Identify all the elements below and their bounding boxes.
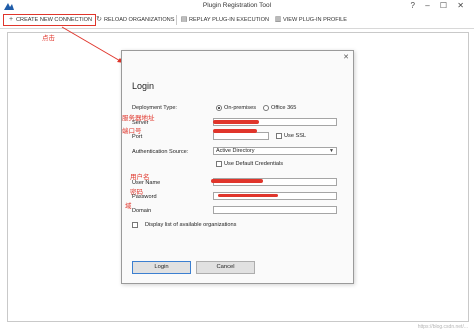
office365-radio[interactable] <box>263 105 269 111</box>
default-credentials-checkbox[interactable] <box>216 161 222 167</box>
port-label: Port <box>132 134 143 140</box>
close-icon[interactable]: ✕ <box>343 53 349 61</box>
chevron-down-icon: ▼ <box>329 148 334 154</box>
username-redaction <box>211 179 263 183</box>
password-redaction <box>218 194 278 197</box>
password-label: Password <box>132 194 157 200</box>
cancel-button[interactable]: Cancel <box>196 261 255 274</box>
server-redaction <box>213 120 259 124</box>
deployment-type-label: Deployment Type: <box>132 105 177 111</box>
click-annotation: 点击 <box>42 35 55 42</box>
login-button[interactable]: Login <box>132 261 191 274</box>
port-input[interactable] <box>213 132 269 140</box>
watermark: https://blog.csdn.net/... <box>417 324 468 330</box>
auth-source-label: Authentication Source: <box>132 149 189 155</box>
default-credentials-label: Use Default Credentials <box>224 161 284 167</box>
domain-input[interactable] <box>213 206 337 214</box>
office365-label: Office 365 <box>271 105 297 111</box>
display-orgs-label: Display list of available organizations <box>145 222 237 228</box>
use-ssl-label: Use SSL <box>284 133 307 139</box>
auth-source-value: Active Directory <box>216 148 255 154</box>
use-ssl-checkbox[interactable] <box>276 133 282 139</box>
dialog-title: Login <box>132 81 155 91</box>
display-orgs-checkbox[interactable] <box>132 222 138 228</box>
on-premises-label: On-premises <box>224 105 257 111</box>
port-redaction <box>213 129 257 133</box>
domain-label: Domain <box>132 208 152 214</box>
on-premises-radio[interactable] <box>216 105 222 111</box>
login-dialog: ✕ Login Deployment Type: On-premises Off… <box>121 50 354 284</box>
domain-annotation: 域 <box>125 203 132 210</box>
auth-source-select[interactable]: Active Directory ▼ <box>213 147 337 155</box>
